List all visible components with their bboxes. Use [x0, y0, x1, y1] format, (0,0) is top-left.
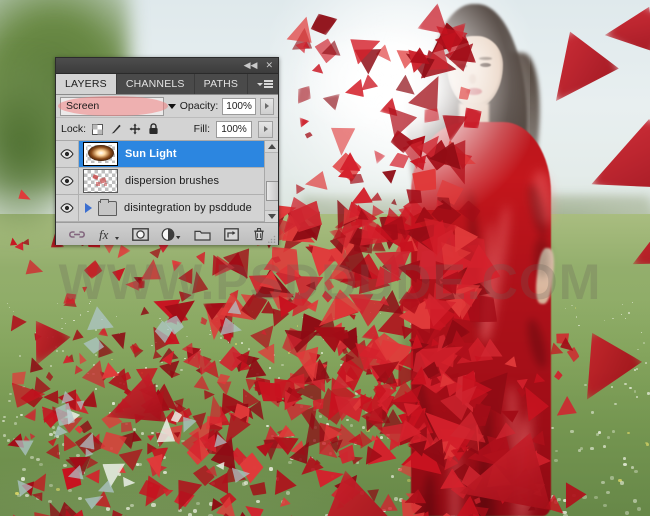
layer-visibility-toggle[interactable] [56, 168, 79, 194]
layer-row-dispersion-brushes[interactable]: dispersion brushes [56, 168, 278, 195]
lock-position-icon[interactable] [129, 123, 141, 135]
close-panel-icon[interactable]: ✕ [263, 61, 275, 70]
lock-label: Lock: [61, 123, 87, 135]
fill-value[interactable]: 100% [216, 120, 252, 138]
blend-mode-chevron-down-icon[interactable] [167, 103, 176, 109]
layer-thumbnail[interactable] [83, 169, 118, 193]
lock-image-pixels-icon[interactable] [110, 123, 122, 135]
new-group-icon[interactable] [194, 228, 211, 241]
lock-icon-group [92, 123, 159, 135]
svg-text:fx: fx [99, 228, 109, 241]
layer-row-disintegration-group[interactable]: disintegration by psddude [56, 195, 278, 222]
layer-list: Sun Light dispersion brushes disintegrat… [56, 141, 278, 222]
blend-mode-value: Screen [66, 100, 100, 112]
scroll-down-arrow-icon[interactable] [265, 210, 278, 222]
lock-row: Lock: Fill: 100% [56, 118, 278, 141]
lock-all-icon[interactable] [148, 123, 159, 135]
tab-bar-spacer [248, 74, 278, 94]
layers-panel-toolbar: fx [56, 222, 278, 245]
group-expand-chevron-right-icon[interactable] [85, 203, 92, 213]
panel-menu-icon[interactable] [257, 80, 273, 88]
screenshot-stage: WWW.PSDDUDE.COM ◀◀ ✕ LAYERS CHANNELS PAT… [0, 0, 650, 516]
new-adjustment-layer-icon[interactable] [161, 227, 181, 241]
opacity-label: Opacity: [179, 100, 219, 112]
blend-mode-dropdown[interactable]: Screen [58, 95, 168, 116]
group-folder-icon[interactable] [98, 198, 117, 216]
link-layers-icon[interactable] [68, 229, 86, 240]
layer-row-sun-light[interactable]: Sun Light [56, 141, 278, 168]
layer-thumbnail[interactable] [83, 142, 118, 166]
layer-list-scrollbar[interactable] [264, 141, 278, 222]
lock-transparent-pixels-icon[interactable] [92, 123, 104, 135]
tab-paths[interactable]: PATHS [194, 74, 249, 94]
layer-name: dispersion brushes [125, 175, 220, 187]
layers-panel: ◀◀ ✕ LAYERS CHANNELS PATHS Screen Opacit… [55, 57, 279, 245]
resize-grip-icon[interactable] [268, 235, 276, 243]
scroll-up-arrow-icon[interactable] [265, 141, 278, 153]
opacity-slider-arrow-icon[interactable] [259, 97, 274, 115]
add-layer-mask-icon[interactable] [131, 227, 149, 241]
delete-layer-icon[interactable] [252, 227, 266, 241]
layer-name: Sun Light [125, 148, 177, 160]
layer-visibility-toggle[interactable] [56, 141, 79, 167]
fill-label: Fill: [193, 123, 210, 135]
tab-channels[interactable]: CHANNELS [116, 74, 195, 94]
layer-style-fx-icon[interactable]: fx [99, 228, 120, 241]
blend-mode-row: Screen Opacity: 100% [56, 95, 278, 118]
collapse-panel-icon[interactable]: ◀◀ [242, 61, 260, 70]
fill-slider-arrow-icon[interactable] [258, 120, 273, 138]
scrollbar-thumb[interactable] [266, 181, 278, 201]
panel-title-bar: ◀◀ ✕ [56, 58, 278, 74]
panel-tab-bar: LAYERS CHANNELS PATHS [56, 74, 278, 95]
new-layer-icon[interactable] [224, 227, 239, 241]
layer-visibility-toggle[interactable] [56, 195, 79, 221]
layer-name: disintegration by psddude [124, 202, 252, 214]
tab-layers[interactable]: LAYERS [56, 74, 117, 94]
opacity-value[interactable]: 100% [222, 97, 256, 115]
